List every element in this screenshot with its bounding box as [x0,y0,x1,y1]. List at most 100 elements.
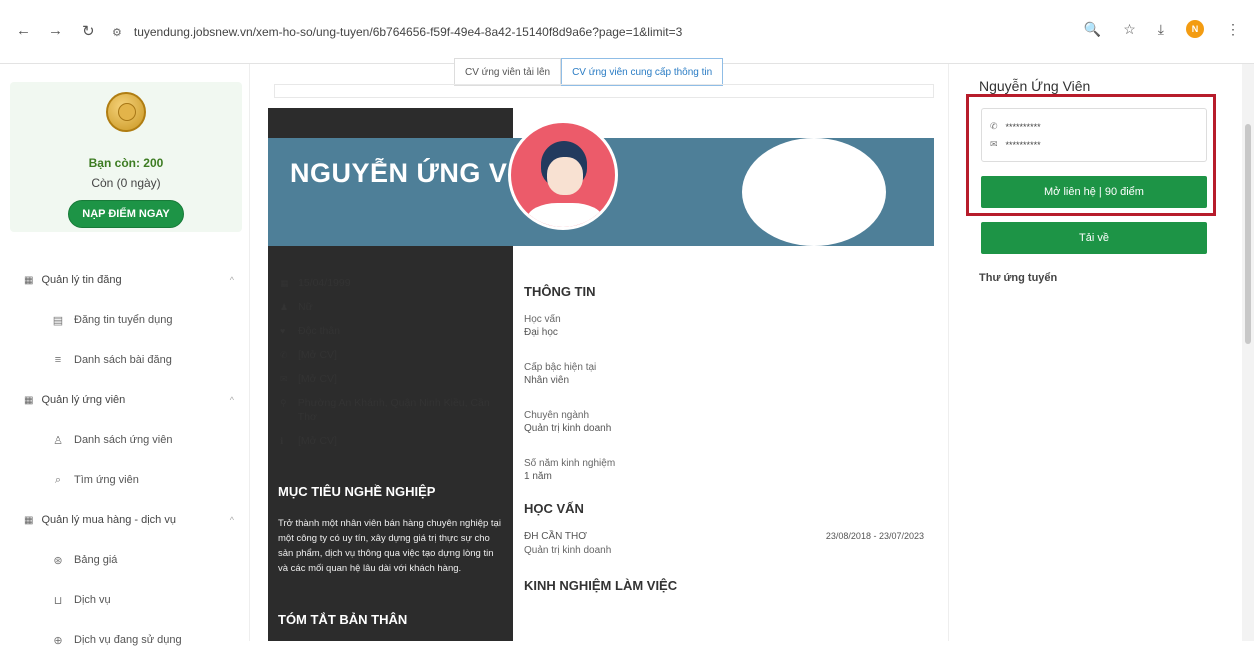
info-label: Học vấn [524,314,561,325]
fact-phone[interactable]: [Mở CV] [298,348,337,362]
info-major: Chuyên ngành Quản trị kinh doanh [524,409,924,435]
menu-item-pricing[interactable]: ⊛ Bảng giá [0,540,250,580]
cart-icon: ⊔ [53,594,63,607]
document-icon: ▤ [52,314,64,327]
grid-icon: ▦ [24,514,34,526]
info-value: Đại học [524,327,558,338]
cv-viewer: CV ứng viên tải lên CV ứng viên cung cấp… [262,58,948,641]
menu-item-label: Dịch vụ [74,594,111,606]
arrow-left-icon[interactable]: ← [16,22,31,39]
url-text: tuyendung.jobsnew.vn/xem-ho-so/ung-tuyen… [133,25,683,39]
mail-icon: ✉ [280,374,288,384]
menu-item-services[interactable]: ⊔ Dịch vụ [0,580,250,620]
contact-email: ✉ ********** [990,139,1041,150]
fact-website[interactable]: [Mở CV] [298,434,337,448]
experience-title: KINH NGHIỆM LÀM VIỆC [524,578,678,593]
open-contact-button[interactable]: Mở liên hệ | 90 điểm [981,176,1207,208]
arrow-right-icon[interactable]: → [48,22,63,39]
fact-dob: 15/04/1999 [298,277,351,289]
menu-item-label: Đăng tin tuyển dụng [74,314,173,326]
menu-item-label: Bảng giá [74,554,118,566]
points-days: Còn (0 ngày) [91,176,161,190]
location-icon: ⚲ [280,398,287,408]
scroll-thumb[interactable] [1245,124,1251,344]
cv-name: NGUYỄN ỨNG V [290,158,508,188]
mail-icon: ✉ [990,139,998,149]
education-entry: ĐH CẦN THƠ 23/08/2018 - 23/07/2023 Quản … [524,530,924,560]
phone-icon: ✆ [280,350,288,360]
fact-email[interactable]: [Mở CV] [298,372,337,386]
chevron-up-icon: ^ [229,515,234,525]
bookmark-star-icon[interactable]: ☆ [1123,21,1136,38]
menu-group-label: Quản lý ứng viên [41,394,126,406]
contact-box: ✆ ********** ✉ ********** [981,108,1207,162]
download-icon[interactable]: ⤓ [1158,21,1164,38]
menu-item-label: Danh sách bài đăng [74,354,172,366]
menu-group-purchases[interactable]: ▦ Quản lý mua hàng - dịch vụ ^ [0,500,250,540]
info-value: Nhân viên [524,375,570,386]
education-major: Quản trị kinh doanh [524,545,612,556]
candidate-name: Nguyễn Ứng Viên [979,78,1091,94]
heart-icon: ♥ [280,326,286,336]
info-value: 1 năm [524,471,552,482]
cv-right-column: THÔNG TIN Học vấn Đại học Cấp bậc hiện t… [524,276,924,593]
menu-item-find-candidate[interactable]: ⌕ Tìm ứng viên [0,460,250,500]
cover-letter-label: Thư ứng tuyển [979,272,1058,284]
menu-dots-icon[interactable]: ⋮ [1226,21,1240,38]
menu-item-label: Tìm ứng viên [74,474,139,486]
menu-group-label: Quản lý tin đăng [41,274,122,286]
contact-phone: ✆ ********** [990,121,1041,132]
menu-item-candidate-list[interactable]: ♙ Danh sách ứng viên [0,420,250,460]
objective-title: MỤC TIÊU NGHỀ NGHIỆP [278,484,436,499]
chevron-up-icon: ^ [229,275,234,285]
user-icon: ♙ [53,434,63,447]
profile-avatar[interactable]: N [1186,20,1204,38]
menu-group-label: Quản lý mua hàng - dịch vụ [41,514,176,526]
sidebar-menu: ▦ Quản lý tin đăng ^ ▤ Đăng tin tuyển dụ… [0,260,250,660]
chevron-up-icon: ^ [229,395,234,405]
points-balance: Bạn còn: 200 [88,156,164,170]
menu-item-active-services[interactable]: ⊕ Dịch vụ đang sử dụng [0,620,250,660]
menu-group-candidates[interactable]: ▦ Quản lý ứng viên ^ [0,380,250,420]
person-icon: ♟ [280,302,289,312]
banner-circle [742,138,886,246]
list-icon: ≡ [54,354,62,366]
browser-toolbar: ← → ↻ ⚙ tuyendung.jobsnew.vn/xem-ho-so/u… [0,0,1254,64]
download-button[interactable]: Tải về [981,222,1207,254]
objective-text: Trở thành một nhân viên bán hàng chuyên … [278,518,501,574]
points-card: Bạn còn: 200 Còn (0 ngày) NẠP ĐIỂM NGAY [10,82,242,232]
phone-masked: ********** [1005,121,1041,132]
address-bar[interactable]: ⚙ tuyendung.jobsnew.vn/xem-ho-so/ung-tuy… [112,18,1150,46]
reload-icon[interactable]: ↻ [82,22,95,40]
search-icon: ⌕ [54,473,62,486]
tab-uploaded-cv[interactable]: CV ứng viên tải lên [454,58,562,86]
fact-address: Phường An Khánh, Quận Ninh Kiều, Cần Thơ [297,397,490,423]
fact-marital: Độc thân [298,325,341,337]
zoom-icon[interactable]: 🔍 [1084,21,1101,38]
topup-button[interactable]: NẠP ĐIỂM NGAY [68,200,184,228]
cv-document: NGUYỄN ỨNG V ▦ 15/04/1999 ♟ Nữ ♥ Độc thân ✆… [268,108,934,641]
menu-item-post-job[interactable]: ▤ Đăng tin tuyển dụng [0,300,250,340]
info-title: THÔNG TIN [524,284,596,299]
site-info-icon[interactable]: ⚙ [112,26,122,39]
price-icon: ⊛ [53,554,63,567]
menu-group-posts[interactable]: ▦ Quản lý tin đăng ^ [0,260,250,300]
candidate-panel: Nguyễn Ứng Viên ✆ ********** ✉ *********… [948,64,1240,641]
content-divider [274,84,934,98]
fact-gender: Nữ [298,301,313,313]
education-school: ĐH CẦN THƠ [524,531,587,542]
grid-icon: ▦ [24,394,34,406]
education-dates: 23/08/2018 - 23/07/2023 [825,531,924,541]
cv-tabs: CV ứng viên tải lên CV ứng viên cung cấp… [454,58,724,86]
sidebar: Bạn còn: 200 Còn (0 ngày) NẠP ĐIỂM NGAY … [0,64,250,647]
phone-icon: ✆ [990,121,998,131]
summary-title: TÓM TẮT BẢN THÂN [278,612,408,627]
page-scrollbar[interactable] [1242,64,1254,641]
grid-icon: ▦ [24,274,34,286]
info-experience-years: Số năm kinh nghiệm 1 năm [524,457,924,483]
info-value: Quản trị kinh doanh [524,423,612,434]
menu-item-post-list[interactable]: ≡ Danh sách bài đăng [0,340,250,380]
info-education: Học vấn Đại học [524,313,924,339]
tab-provided-cv[interactable]: CV ứng viên cung cấp thông tin [561,58,724,86]
calendar-icon: ▦ [280,278,289,288]
